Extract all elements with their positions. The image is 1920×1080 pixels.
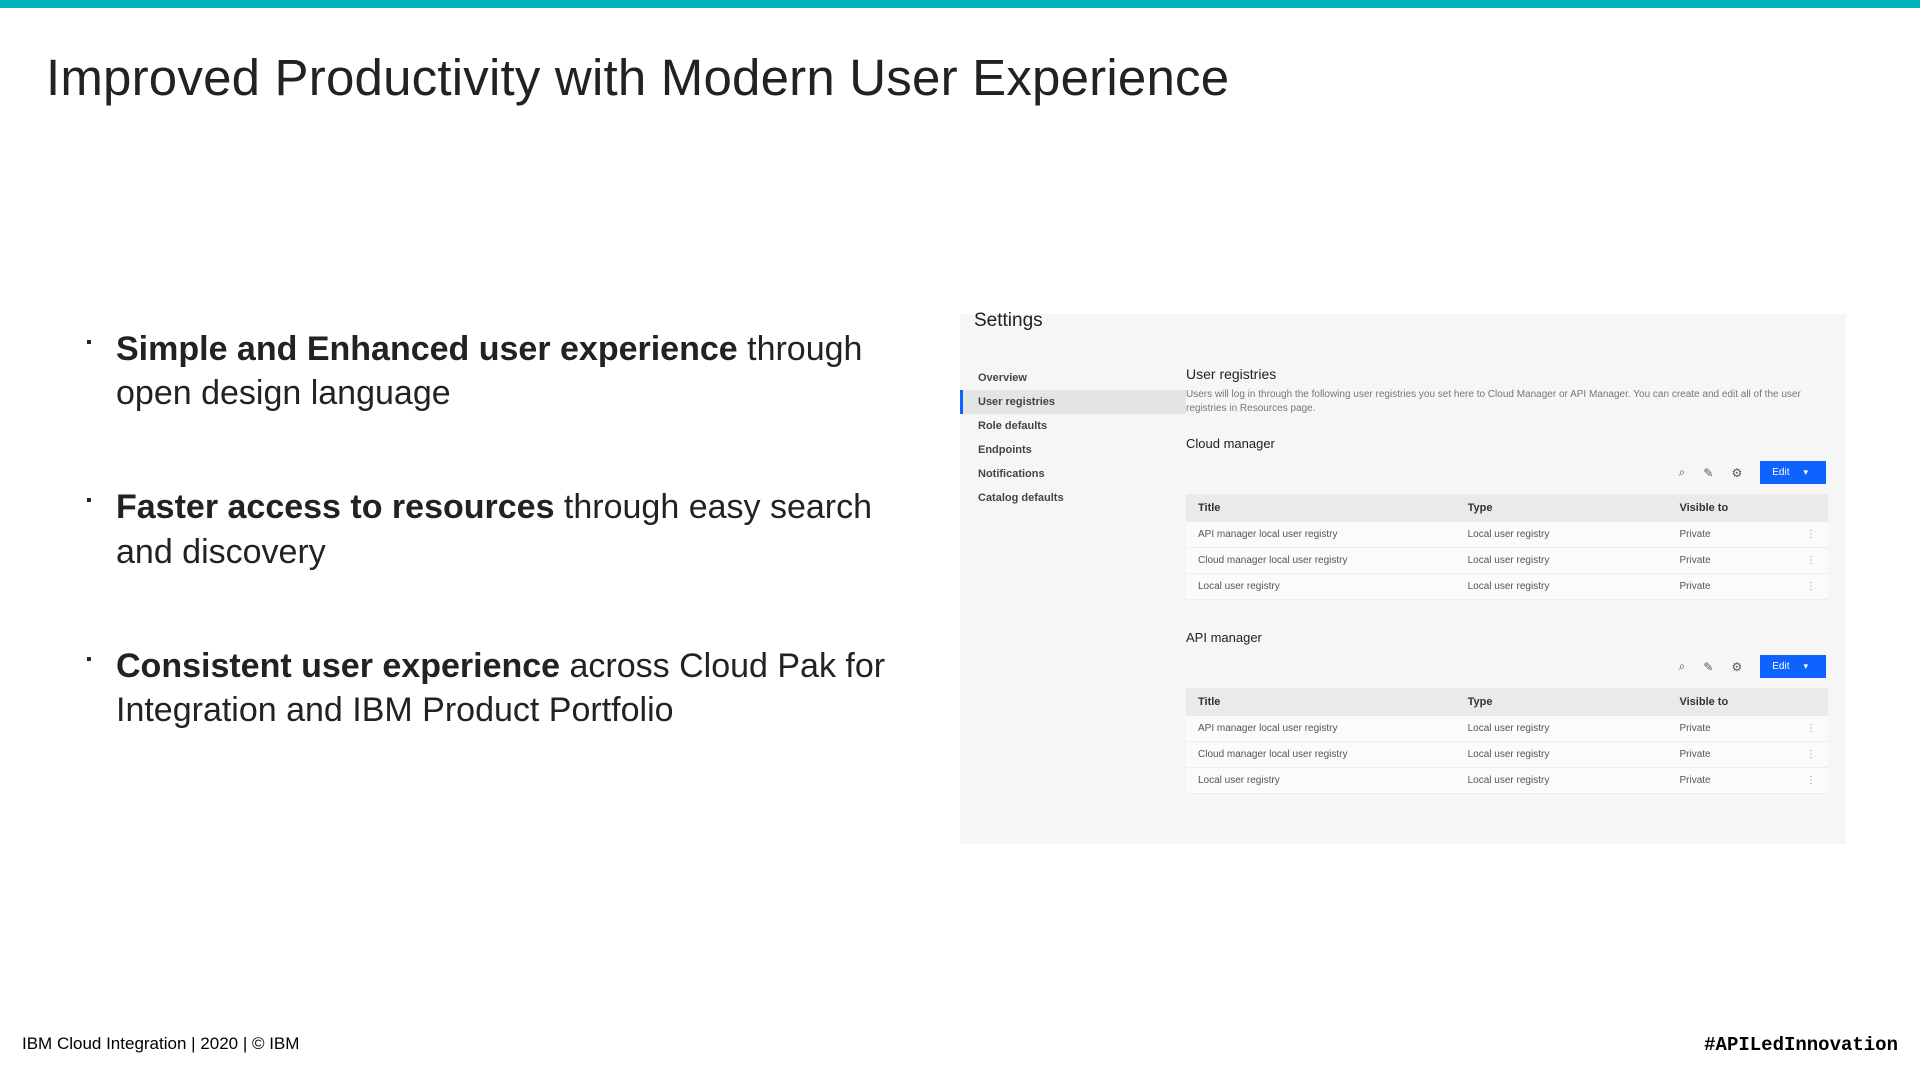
edit-icon[interactable]: ✎ xyxy=(1703,660,1713,674)
bullet-bold: Faster access to resources xyxy=(116,488,554,526)
th-title: Title xyxy=(1186,688,1456,716)
table-row: API manager local user registryLocal use… xyxy=(1186,522,1828,548)
row-menu-icon[interactable]: ⋮ xyxy=(1777,768,1828,794)
cell-visible: Private xyxy=(1667,574,1776,600)
api-manager-table: Title Type Visible to API manager local … xyxy=(1186,688,1828,794)
cell-type: Local user registry xyxy=(1456,548,1668,574)
cell-title: API manager local user registry xyxy=(1186,522,1456,548)
sidebar-item-catalog-defaults[interactable]: Catalog defaults xyxy=(960,486,1186,510)
table-row: API manager local user registryLocal use… xyxy=(1186,716,1828,742)
sidebar-item-overview[interactable]: Overview xyxy=(960,366,1186,390)
edit-button[interactable]: Edit ▾ xyxy=(1760,655,1826,678)
th-type: Type xyxy=(1456,494,1668,522)
cell-title: Local user registry xyxy=(1186,768,1456,794)
row-menu-icon[interactable]: ⋮ xyxy=(1777,548,1828,574)
settings-sidebar: Overview User registries Role defaults E… xyxy=(960,352,1186,844)
row-menu-icon[interactable]: ⋮ xyxy=(1777,574,1828,600)
settings-main: User registries Users will log in throug… xyxy=(1186,352,1846,844)
cell-title: Local user registry xyxy=(1186,574,1456,600)
footer-left: IBM Cloud Integration | 2020 | © IBM xyxy=(22,1034,299,1056)
cell-title: API manager local user registry xyxy=(1186,716,1456,742)
th-visible: Visible to xyxy=(1667,688,1776,716)
sidebar-item-user-registries[interactable]: User registries xyxy=(960,390,1186,414)
cell-visible: Private xyxy=(1667,768,1776,794)
cell-type: Local user registry xyxy=(1456,574,1668,600)
th-actions xyxy=(1777,494,1828,522)
accent-bar xyxy=(0,0,1920,8)
toolbar: ⌕ ✎ ⚙ Edit ▾ xyxy=(1186,461,1828,484)
edit-button-label: Edit xyxy=(1772,661,1789,672)
bullet-bold: Simple and Enhanced user experience xyxy=(116,330,738,368)
bullet-item: Faster access to resources through easy … xyxy=(86,485,916,573)
gear-icon[interactable]: ⚙ xyxy=(1731,660,1742,674)
search-icon[interactable]: ⌕ xyxy=(1679,465,1686,480)
bullet-item: Simple and Enhanced user experience thro… xyxy=(86,327,916,415)
cloud-manager-table: Title Type Visible to API manager local … xyxy=(1186,494,1828,600)
section-desc: Users will log in through the following … xyxy=(1186,388,1828,416)
sidebar-item-notifications[interactable]: Notifications xyxy=(960,462,1186,486)
row-menu-icon[interactable]: ⋮ xyxy=(1777,742,1828,768)
row-menu-icon[interactable]: ⋮ xyxy=(1777,716,1828,742)
chevron-down-icon: ▾ xyxy=(1803,661,1808,672)
edit-icon[interactable]: ✎ xyxy=(1703,466,1713,480)
gear-icon[interactable]: ⚙ xyxy=(1731,466,1742,480)
toolbar: ⌕ ✎ ⚙ Edit ▾ xyxy=(1186,655,1828,678)
settings-screenshot: Settings Overview User registries Role d… xyxy=(960,314,1846,844)
settings-heading: Settings xyxy=(974,310,1043,332)
slide-footer: IBM Cloud Integration | 2020 | © IBM #AP… xyxy=(22,1034,1898,1056)
section-title: User registries xyxy=(1186,366,1828,382)
chevron-down-icon: ▾ xyxy=(1803,467,1808,478)
sidebar-item-role-defaults[interactable]: Role defaults xyxy=(960,414,1186,438)
search-icon[interactable]: ⌕ xyxy=(1679,659,1686,674)
th-title: Title xyxy=(1186,494,1456,522)
subsection-cloud-manager: Cloud manager xyxy=(1186,436,1828,451)
edit-button-label: Edit xyxy=(1772,467,1789,478)
row-menu-icon[interactable]: ⋮ xyxy=(1777,522,1828,548)
bullet-list: Simple and Enhanced user experience thro… xyxy=(46,327,916,802)
table-row: Local user registryLocal user registryPr… xyxy=(1186,768,1828,794)
sidebar-item-endpoints[interactable]: Endpoints xyxy=(960,438,1186,462)
cell-type: Local user registry xyxy=(1456,768,1668,794)
slide-title: Improved Productivity with Modern User E… xyxy=(46,48,1874,107)
th-type: Type xyxy=(1456,688,1668,716)
cell-visible: Private xyxy=(1667,548,1776,574)
th-visible: Visible to xyxy=(1667,494,1776,522)
bullet-item: Consistent user experience across Cloud … xyxy=(86,644,916,732)
cell-title: Cloud manager local user registry xyxy=(1186,742,1456,768)
cell-visible: Private xyxy=(1667,522,1776,548)
table-row: Cloud manager local user registryLocal u… xyxy=(1186,742,1828,768)
cell-type: Local user registry xyxy=(1456,742,1668,768)
cell-visible: Private xyxy=(1667,742,1776,768)
cell-type: Local user registry xyxy=(1456,716,1668,742)
subsection-api-manager: API manager xyxy=(1186,630,1828,645)
th-actions xyxy=(1777,688,1828,716)
cell-type: Local user registry xyxy=(1456,522,1668,548)
footer-hashtag: #APILedInnovation xyxy=(1704,1034,1898,1056)
table-row: Cloud manager local user registryLocal u… xyxy=(1186,548,1828,574)
settings-body: Overview User registries Role defaults E… xyxy=(960,352,1846,844)
edit-button[interactable]: Edit ▾ xyxy=(1760,461,1826,484)
table-row: Local user registryLocal user registryPr… xyxy=(1186,574,1828,600)
cell-title: Cloud manager local user registry xyxy=(1186,548,1456,574)
cell-visible: Private xyxy=(1667,716,1776,742)
bullet-bold: Consistent user experience xyxy=(116,647,560,685)
